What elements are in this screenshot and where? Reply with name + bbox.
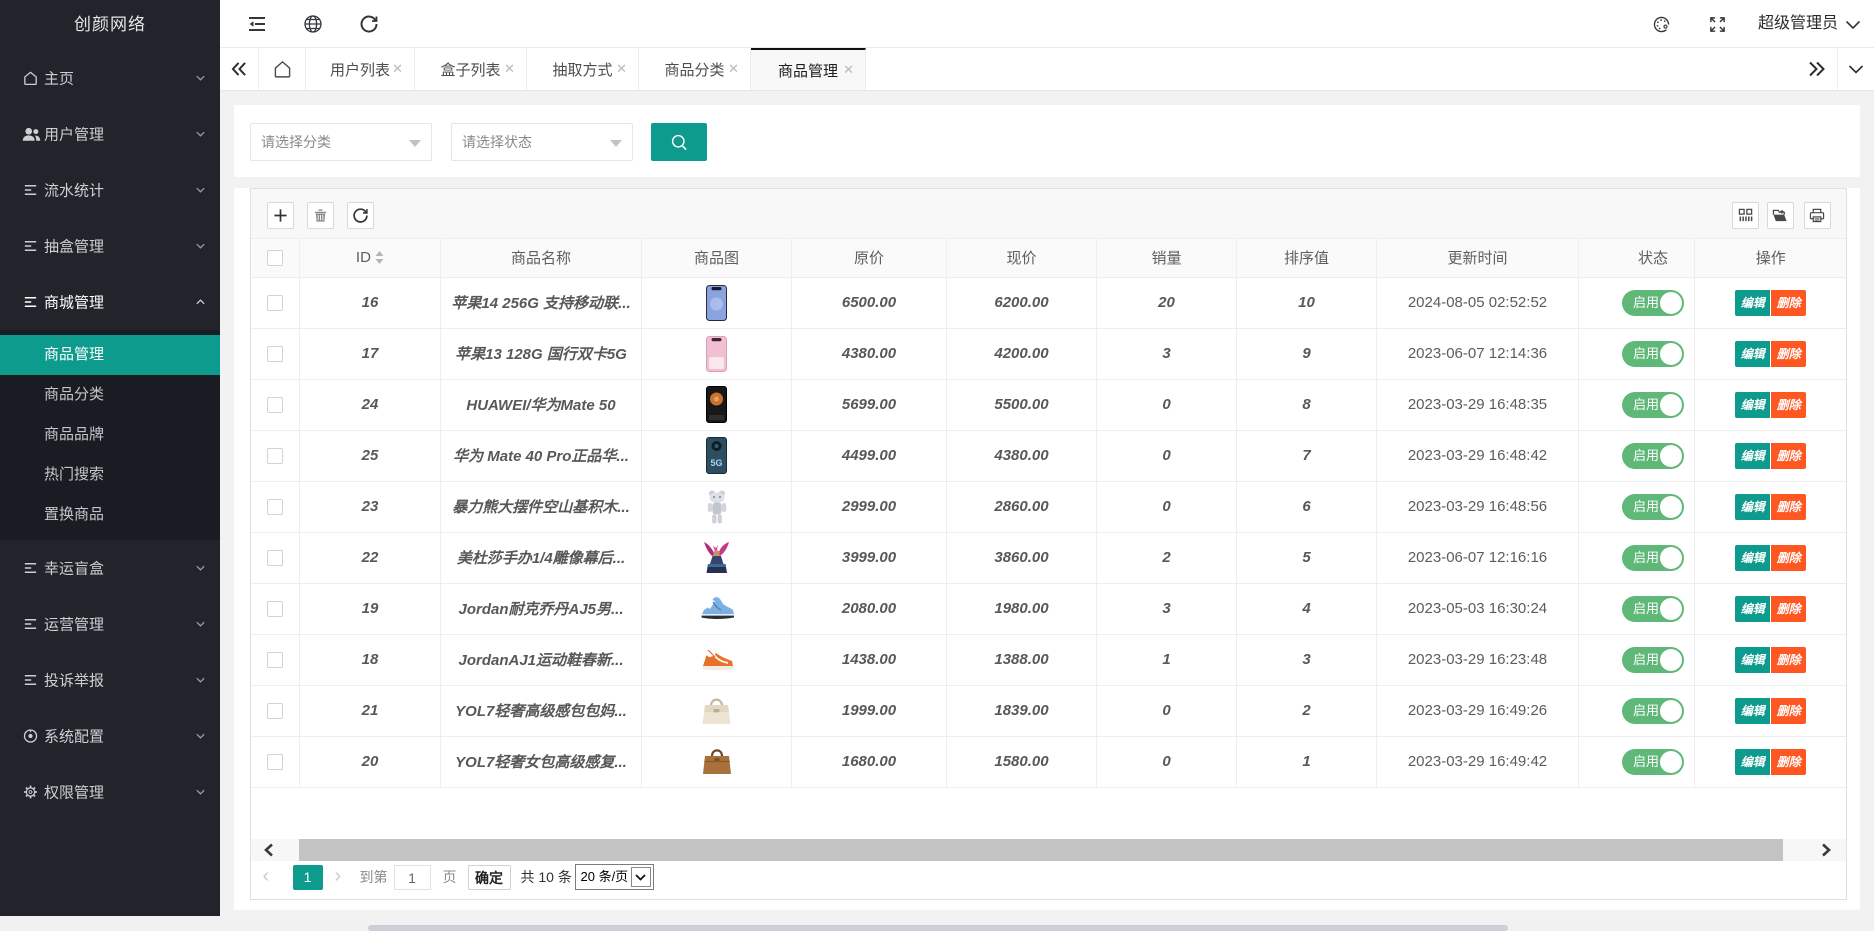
svg-text:5G: 5G — [710, 458, 722, 468]
